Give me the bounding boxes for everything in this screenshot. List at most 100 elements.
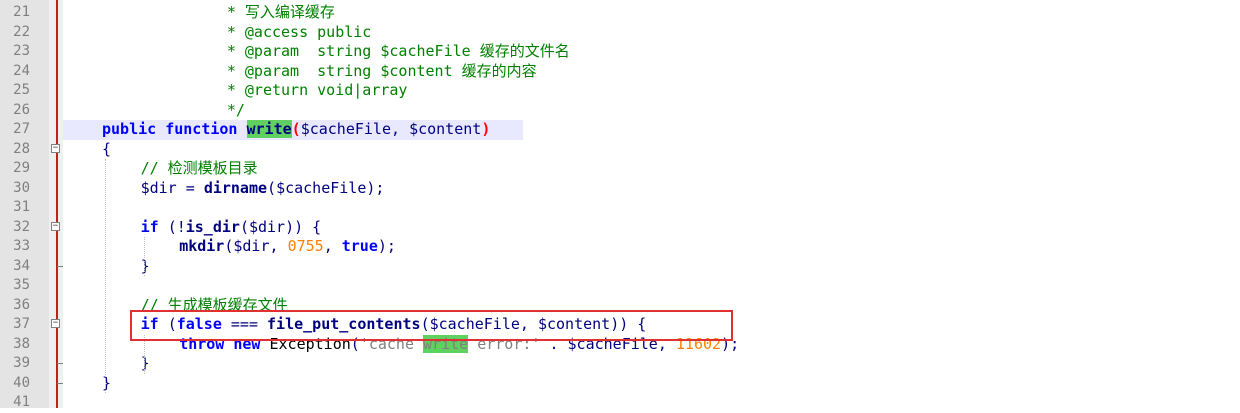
code-line-41[interactable]: 41 — [0, 393, 1240, 413]
code-token: true — [341, 237, 378, 255]
code-text: * @return void|array — [218, 81, 408, 101]
code-token: throw — [179, 334, 225, 353]
line-number: 26 — [13, 101, 30, 118]
code-token: if — [140, 315, 159, 333]
code-token: ( — [420, 315, 430, 333]
code-token: * @return void|array — [217, 81, 408, 99]
code-token: function — [165, 120, 238, 138]
fold-end-marker — [57, 265, 63, 267]
code-line-38[interactable]: 38 throw new Exception('cache write error… — [0, 334, 1240, 355]
code-line-39[interactable]: 39} — [0, 354, 1240, 374]
code-token: { — [102, 139, 112, 158]
code-text: // 检测模板目录 — [141, 159, 258, 179]
fold-end-marker — [57, 363, 63, 364]
code-line-28[interactable]: 28 − { — [0, 140, 1240, 160]
fold-toggle-icon[interactable]: − — [51, 221, 60, 231]
code-line-22[interactable]: 22 * @access public — [0, 23, 1240, 43]
code-text: } — [141, 257, 150, 277]
code-token: ( — [350, 334, 360, 353]
code-text: public function write($cacheFile, $conte… — [102, 120, 490, 140]
line-number: 23 — [13, 43, 30, 59]
code-token: } — [140, 354, 150, 372]
code-editor[interactable]: 21 * 写入编译缓存 22 * @access public 23 * @para… — [0, 0, 1240, 410]
line-number: 40 — [13, 374, 30, 391]
code-text: * @param string $cacheFile 缓存的文件名 — [218, 42, 570, 62]
code-token: * @param string $cacheFile 缓存的文件名 — [217, 42, 570, 60]
code-token: ); — [377, 237, 396, 255]
line-number: 37 — [13, 316, 30, 332]
code-line-32[interactable]: 32 − if (!is_dir($dir)) { — [0, 218, 1240, 238]
code-token: ( — [167, 315, 177, 333]
indent-guide — [143, 334, 145, 374]
code-line-36[interactable]: 36 // 生成模板缓存文件 — [0, 296, 1240, 316]
code-token: } — [102, 373, 112, 392]
fold-toggle-icon[interactable]: − — [51, 319, 60, 328]
code-token: , — [323, 237, 342, 255]
code-line-35[interactable]: 35 — [0, 276, 1240, 296]
code-token: false — [176, 315, 222, 333]
code-token: ); — [366, 178, 385, 197]
code-token: $content — [537, 315, 611, 333]
line-number: 38 — [13, 335, 30, 352]
code-text: * @access public — [218, 23, 372, 43]
code-text: mkdir($dir, 0755, true); — [179, 237, 396, 257]
code-token: ( — [267, 178, 277, 197]
code-token: , — [391, 120, 410, 138]
code-token: error:' — [468, 334, 541, 353]
code-text: { — [102, 140, 111, 160]
code-text: * @param string $content 缓存的内容 — [218, 62, 537, 82]
code-line-25[interactable]: 25 * @return void|array — [0, 81, 1240, 101]
code-line-27[interactable]: 27 public function write($cacheFile, $con… — [0, 120, 1240, 140]
code-line-34[interactable]: 34} — [0, 257, 1240, 277]
code-token: mkdir — [179, 237, 225, 255]
code-token: $dir — [233, 237, 270, 255]
code-line-21[interactable]: 21 * 写入编译缓存 — [0, 3, 1240, 23]
code-token: if — [140, 217, 159, 236]
code-token: ( — [239, 217, 249, 236]
code-token: . — [540, 334, 568, 353]
fold-toggle-icon[interactable]: − — [51, 143, 60, 153]
code-token: write — [246, 120, 292, 138]
line-number: 24 — [13, 62, 30, 79]
line-number: 33 — [13, 238, 30, 254]
line-number: 28 — [13, 140, 30, 157]
code-line-24[interactable]: 24 * @param string $content 缓存的内容 — [0, 62, 1240, 82]
code-token: } — [140, 256, 150, 275]
code-line-37[interactable]: 37− if (false === file_put_contents($cach… — [0, 315, 1240, 335]
code-line-23[interactable]: 23 * @param string $cacheFile 缓存的文件名 — [0, 42, 1240, 62]
code-token: Exception — [260, 334, 351, 353]
code-token: // 生成模板缓存文件 — [140, 295, 288, 314]
code-text: if (!is_dir($dir)) { — [141, 218, 322, 238]
line-number: 34 — [13, 257, 30, 274]
code-token: ( — [291, 120, 301, 138]
code-line-33[interactable]: 33 mkdir($dir, 0755, true); — [0, 237, 1240, 257]
code-line-40[interactable]: 40} — [0, 374, 1240, 394]
code-token: $cacheFile — [300, 120, 391, 138]
code-token: $dir — [248, 217, 286, 236]
code-text: $dir = dirname($cacheFile); — [141, 179, 385, 199]
code-line-31[interactable]: 31 — [0, 198, 1240, 218]
code-line-30[interactable]: 30 $dir = dirname($cacheFile); — [0, 179, 1240, 199]
line-number: 31 — [13, 199, 30, 215]
code-token: // 检测模板目录 — [140, 159, 258, 177]
code-line-26[interactable]: 26 */ — [0, 101, 1240, 121]
code-token: $cacheFile — [567, 334, 658, 353]
code-token: = — [176, 178, 204, 197]
code-token: , — [269, 237, 288, 255]
code-token: * @param string $content 缓存的内容 — [217, 61, 537, 80]
code-token: === — [221, 315, 268, 333]
code-text: * 写入编译缓存 — [218, 3, 335, 23]
code-token: is_dir — [185, 217, 240, 236]
code-token: 'cache — [359, 334, 424, 353]
line-number: 39 — [13, 355, 30, 371]
line-number: 35 — [13, 277, 30, 293]
code-token: ) — [481, 120, 491, 138]
code-line-29[interactable]: 29 // 检测模板目录 — [0, 159, 1240, 179]
code-token: public — [102, 120, 157, 138]
line-number: 29 — [13, 160, 30, 176]
code-text: // 生成模板缓存文件 — [141, 296, 288, 316]
